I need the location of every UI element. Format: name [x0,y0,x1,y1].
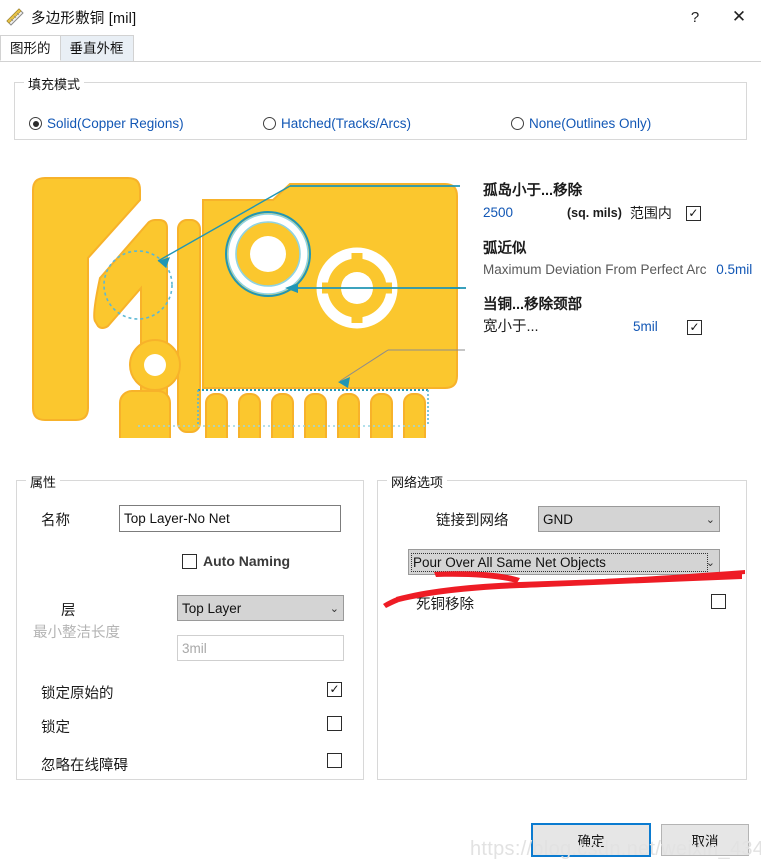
island-area-value[interactable]: 2500 [483,202,567,224]
locked-checkbox[interactable] [327,716,342,731]
name-label: 名称 [41,509,70,530]
ignore-obstacle-label: 忽略在线障碍 [41,754,128,775]
lock-primitives-checkbox-wrap[interactable] [327,681,342,697]
chevron-down-icon: ⌄ [330,602,339,615]
radio-solid[interactable]: Solid(Copper Regions) [29,116,184,131]
dead-copper-label: 死铜移除 [416,593,474,614]
dead-copper-checkbox[interactable] [711,594,726,609]
window-title: 多边形敷铜 [mil] [31,7,136,28]
arc-deviation-label: Maximum Deviation From Perfect Arc [483,262,707,277]
auto-naming-row[interactable]: Auto Naming [182,553,290,569]
close-icon[interactable]: ✕ [717,0,761,34]
layer-select-value: Top Layer [182,601,241,616]
radio-solid-label: Solid(Copper Regions) [47,116,184,131]
radio-none-indicator [511,117,524,130]
annotation-neck-row: 宽小于... 5mil [483,316,755,338]
annotation-island-row: 2500 (sq. mils) 范围内 [483,202,755,224]
annotation-arc-heading: 弧近似 [483,238,755,260]
radio-hatched[interactable]: Hatched(Tracks/Arcs) [263,116,411,131]
pour-over-value: Pour Over All Same Net Objects [413,555,706,570]
lock-primitives-label: 锁定原始的 [41,682,114,703]
properties-group: 属性 名称 Top Layer-No Net Auto Naming 层 Top… [16,480,364,780]
tab-graphical[interactable]: 图形的 [0,35,61,61]
lock-primitives-checkbox[interactable] [327,682,342,697]
annotation-neck: 当铜...移除颈部 宽小于... 5mil [483,294,755,338]
neck-width-label: 宽小于... [483,316,633,338]
net-options-group: 网络选项 链接到网络 GND ⌄ Pour Over All Same Net … [377,480,747,780]
annotation-panel: 孤岛小于...移除 2500 (sq. mils) 范围内 弧近似 Maximu… [483,180,755,344]
connect-to-net-select[interactable]: GND ⌄ [538,506,720,532]
min-tidy-input[interactable]: 3mil [177,635,344,661]
island-in-range-label: 范围内 [630,202,672,224]
connect-to-net-value: GND [543,512,573,527]
ruler-icon [6,8,24,26]
pour-over-select[interactable]: Pour Over All Same Net Objects ⌄ [408,549,720,575]
fill-mode-group: 填充模式 Solid(Copper Regions) Hatched(Track… [14,82,747,140]
radio-solid-indicator [29,117,42,130]
layer-select[interactable]: Top Layer ⌄ [177,595,344,621]
annotation-island-heading: 孤岛小于...移除 [483,180,755,202]
island-area-unit: (sq. mils) [567,202,622,224]
auto-naming-checkbox[interactable] [182,554,197,569]
chevron-down-icon: ⌄ [706,513,715,526]
neck-width-value[interactable]: 5mil [633,316,687,338]
min-tidy-label: 最小整洁长度 [33,621,120,642]
radio-hatched-indicator [263,117,276,130]
tab-vertical-outline[interactable]: 垂直外框 [60,35,134,61]
annotation-arc: 弧近似 Maximum Deviation From Perfect Arc 0… [483,238,755,280]
arc-deviation-value[interactable]: 0.5mil [716,262,752,277]
copper-pour-illustration [20,158,470,438]
layer-label: 层 [61,599,76,620]
island-remove-checkbox[interactable] [686,206,701,221]
title-bar: 多边形敷铜 [mil] ? ✕ [0,0,761,34]
radio-none[interactable]: None(Outlines Only) [511,116,651,131]
tab-strip: 图形的 垂直外框 [0,34,761,62]
annotation-neck-heading: 当铜...移除颈部 [483,294,755,316]
watermark-text: https://blog.csdn.net/weixin_43475628 [470,838,761,861]
chevron-down-icon: ⌄ [706,556,715,569]
annotation-island: 孤岛小于...移除 2500 (sq. mils) 范围内 [483,180,755,224]
locked-checkbox-wrap[interactable] [327,716,342,734]
dead-copper-checkbox-wrap[interactable] [711,594,726,612]
locked-label: 锁定 [41,716,70,737]
radio-hatched-label: Hatched(Tracks/Arcs) [281,116,411,131]
ignore-obstacle-checkbox[interactable] [327,753,342,768]
ignore-obstacle-checkbox-wrap[interactable] [327,753,342,771]
help-button[interactable]: ? [673,0,717,34]
neck-remove-checkbox[interactable] [687,320,702,335]
auto-naming-label: Auto Naming [203,553,290,569]
connect-to-net-label: 链接到网络 [436,509,509,530]
name-input[interactable]: Top Layer-No Net [119,505,341,532]
properties-group-title: 属性 [26,472,60,491]
net-options-group-title: 网络选项 [387,472,447,491]
radio-none-label: None(Outlines Only) [529,116,651,131]
fill-mode-group-title: 填充模式 [24,74,84,93]
